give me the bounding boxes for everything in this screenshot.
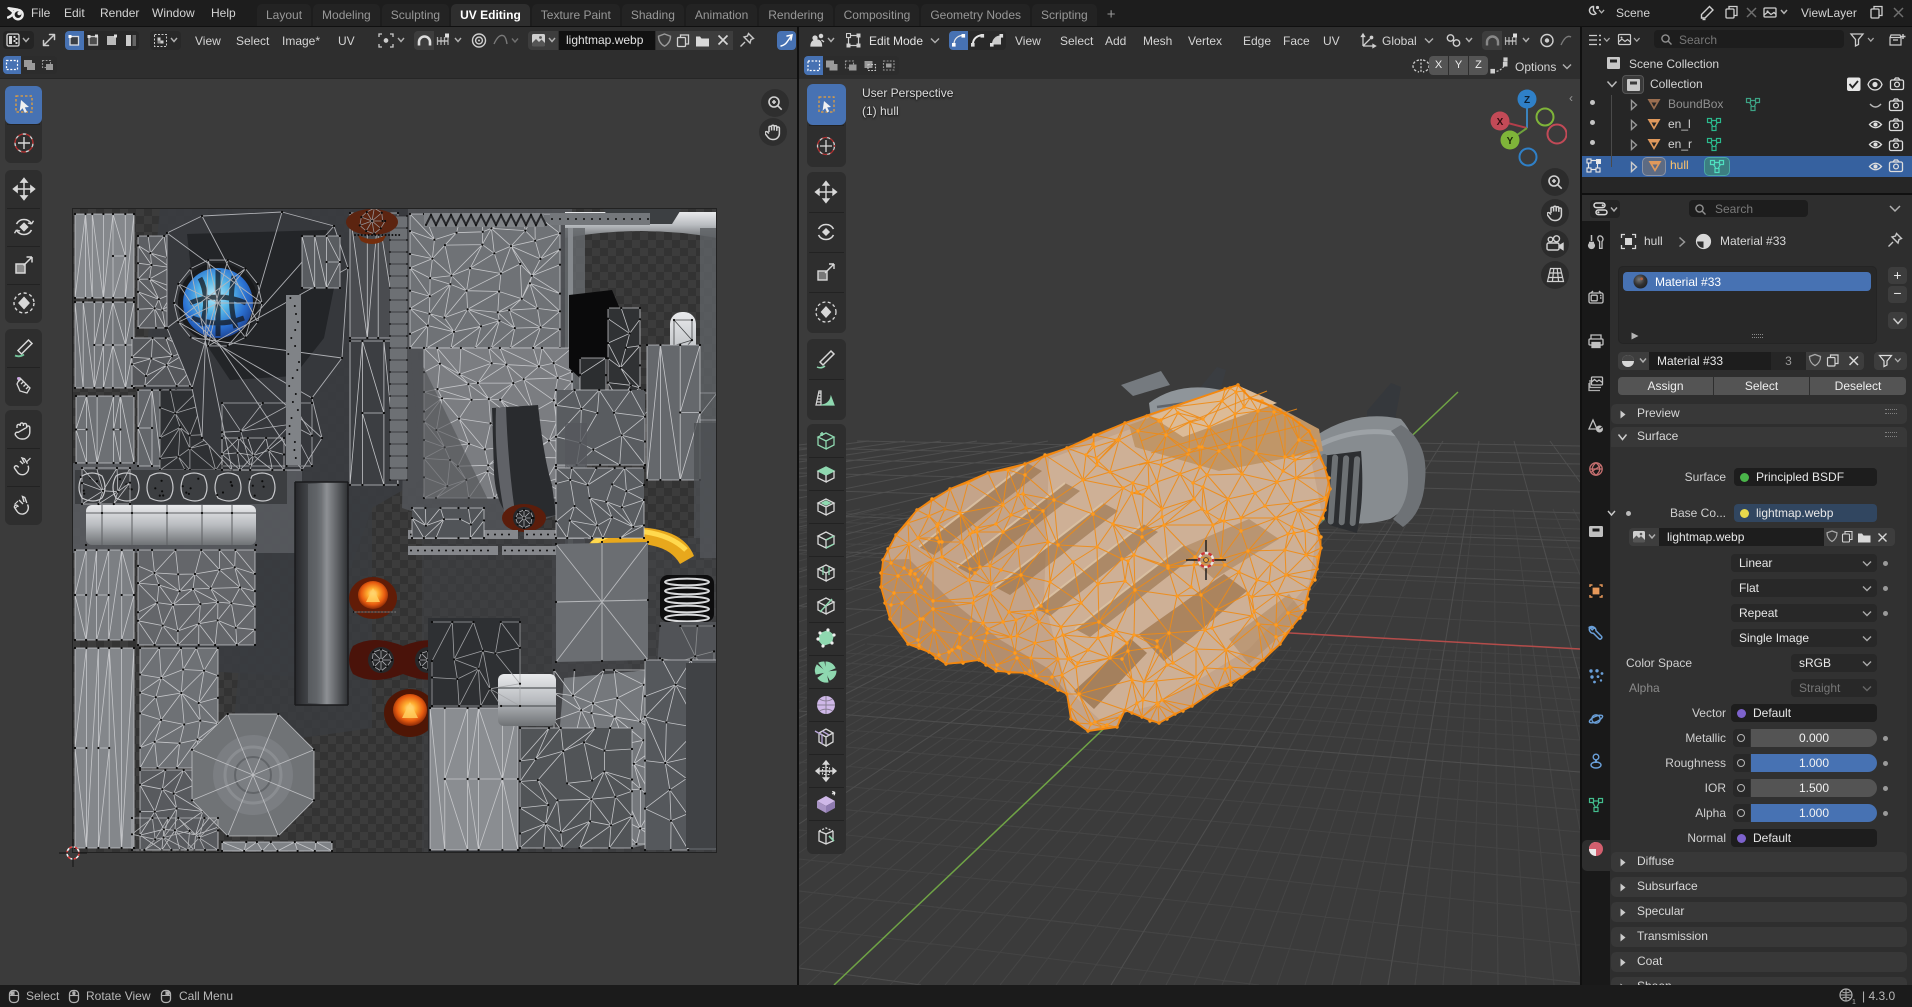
svg-text:Z: Z xyxy=(1524,95,1530,106)
svg-text:Y: Y xyxy=(1507,136,1514,147)
svg-text:X: X xyxy=(1497,117,1504,128)
svg-text:1: 1 xyxy=(1852,999,1856,1005)
